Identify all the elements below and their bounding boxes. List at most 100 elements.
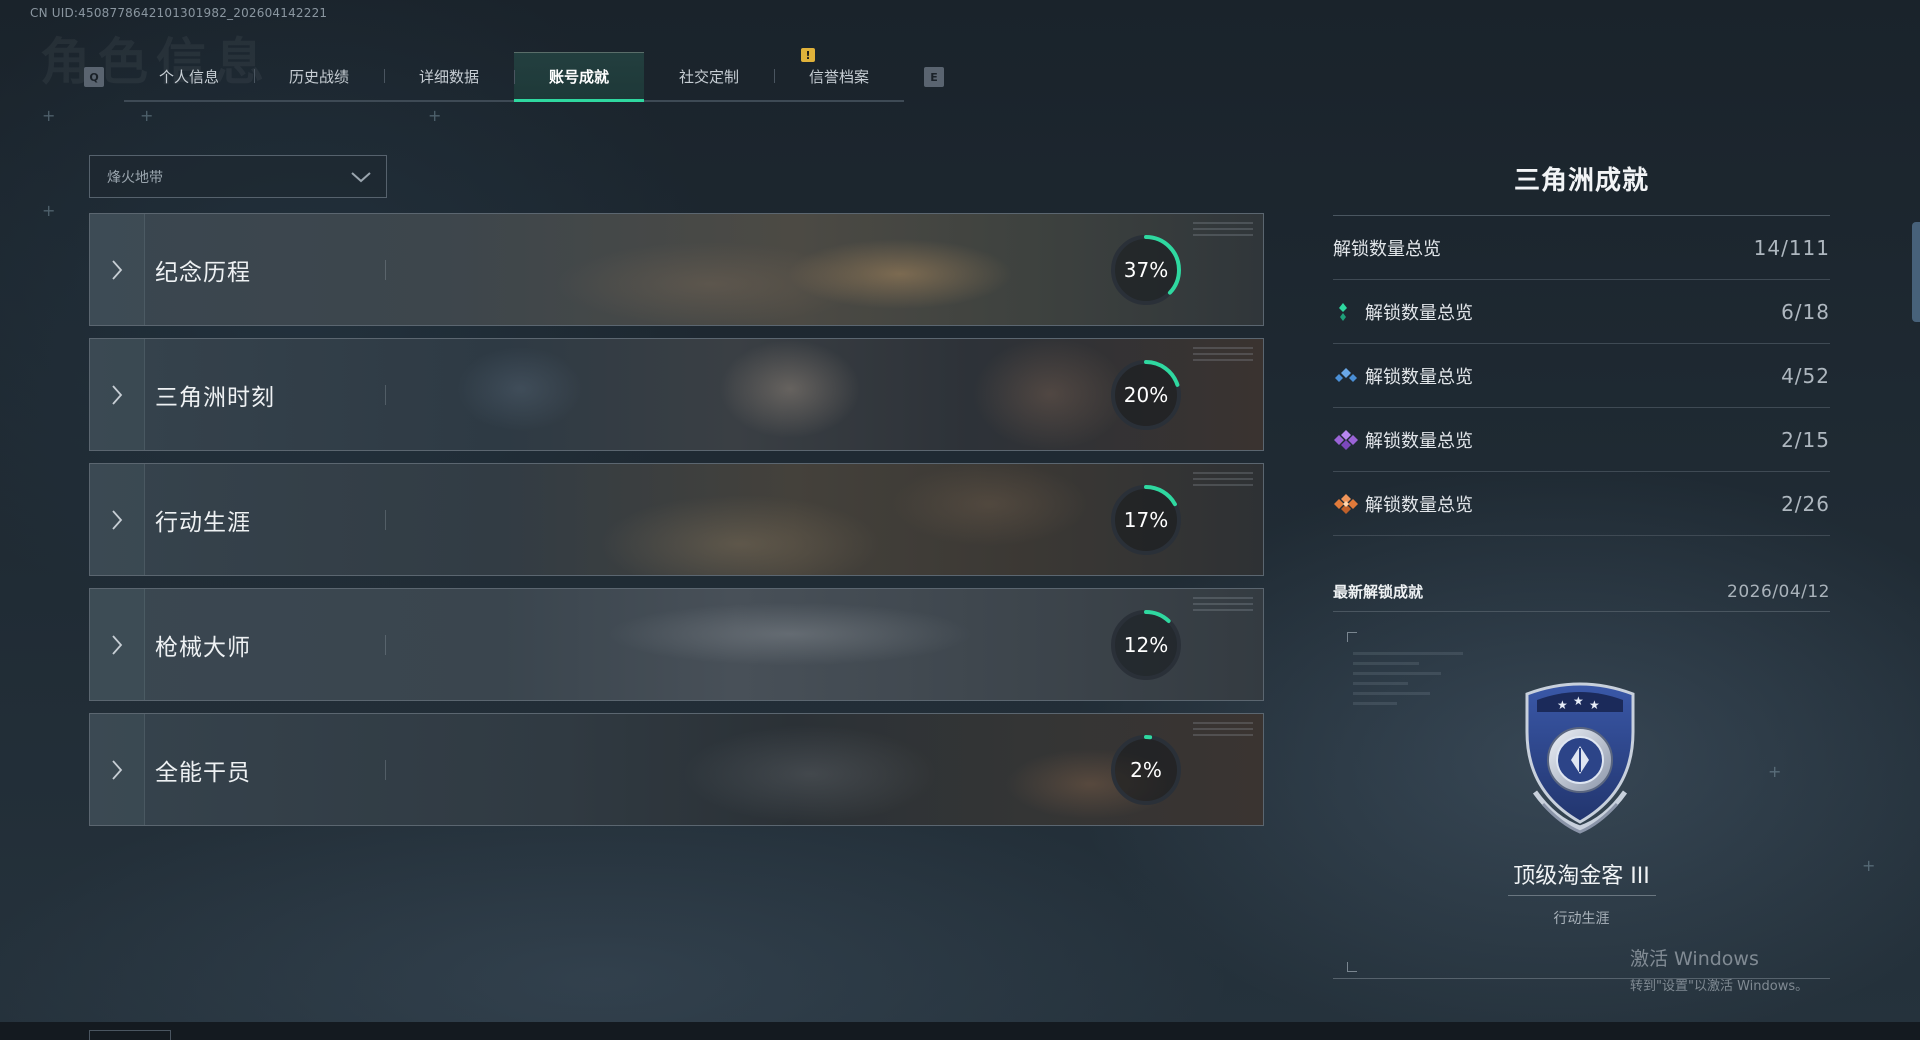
divider [385,760,386,780]
plus-decoration-icon: + [42,106,56,125]
progress-percent: 12% [1123,633,1169,657]
category-card[interactable]: 行动生涯 17% [89,463,1264,576]
stat-value: 2/26 [1781,491,1830,516]
stat-value: 4/52 [1781,363,1830,388]
decoration-lines [1353,652,1463,712]
category-card[interactable]: 枪械大师 12% [89,588,1264,701]
stat-value: 6/18 [1781,299,1830,324]
side-handle[interactable] [1912,222,1920,322]
chevron-down-icon [351,171,371,182]
uid-text: CN UID:4508778642101301982_202604142221 [30,6,328,20]
divider [385,510,386,530]
category-name: 三角洲时刻 [155,384,275,411]
mode-select-value: 烽火地带 [107,169,163,186]
decoration-lines [1193,222,1253,240]
progress-percent: 37% [1123,258,1169,282]
tab-match-history[interactable]: 历史战绩 [254,52,384,100]
latest-unlock-label: 最新解锁成就 [1333,583,1424,601]
divider [385,385,386,405]
category-card[interactable]: 纪念历程 37% [89,213,1264,326]
total-unlock-row: 解锁数量总览 14/111 [1333,216,1830,280]
stat-label: 解锁数量总览 [1365,494,1473,516]
category-background [90,214,1263,325]
bottom-bar [0,1022,1920,1040]
achievement-name: 顶级淘金客 III [1513,864,1650,889]
category-name: 行动生涯 [155,509,251,536]
panel-title: 三角洲成就 [1333,160,1830,216]
progress-ring: 20% [1109,358,1183,432]
stat-value: 14/111 [1753,235,1830,260]
progress-ring: 2% [1109,733,1183,807]
prev-tab-key-icon[interactable]: Q [84,67,104,87]
expand-toggle[interactable] [90,589,145,700]
chevron-right-icon [112,259,123,280]
progress-percent: 2% [1130,758,1162,782]
tab-account-achievements[interactable]: 账号成就 [514,52,644,102]
tier-unlock-row: 解锁数量总览 4/52 [1333,344,1830,408]
progress-ring: 12% [1109,608,1183,682]
tab-personal-info[interactable]: 个人信息 [124,52,254,100]
latest-unlock-header: 最新解锁成就 2026/04/12 [1333,572,1830,612]
windows-activation-watermark: 激活 Windows 转到"设置"以激活 Windows。 [1630,944,1808,994]
tab-label: 历史战绩 [288,67,349,86]
tab-label: 详细数据 [418,67,479,86]
plus-decoration-icon: + [428,106,442,125]
plus-decoration-icon: + [42,201,56,220]
tab-label: 账号成就 [548,68,609,86]
stat-label: 解锁数量总览 [1365,430,1473,452]
corner-bracket [1347,632,1357,642]
bottom-tab[interactable] [89,1030,171,1040]
expand-toggle[interactable] [90,339,145,450]
chevron-right-icon [112,759,123,780]
achievement-summary-panel: 三角洲成就 解锁数量总览 14/111 解锁数量总览 6/18 解锁数量总览 4… [1333,160,1830,982]
progress-ring: 17% [1109,483,1183,557]
category-background [90,714,1263,825]
svg-text:★: ★ [1573,694,1584,708]
svg-text:★: ★ [1589,698,1600,712]
category-card[interactable]: 三角洲时刻 20% [89,338,1264,451]
category-card[interactable]: 全能干员 2% [89,713,1264,826]
decoration-lines [1193,597,1253,615]
progress-percent: 20% [1123,383,1169,407]
achievement-category: 行动生涯 [1553,911,1610,927]
plus-decoration-icon: + [1862,856,1876,875]
corner-bracket [1347,962,1357,972]
tier-unlock-row: 解锁数量总览 6/18 [1333,280,1830,344]
achievement-badge-icon: ★ ★ ★ [1515,672,1645,842]
progress-ring: 37% [1109,233,1183,307]
tab-social-customization[interactable]: 社交定制 [644,52,774,100]
tab-list: 个人信息 历史战绩 详细数据 账号成就 社交定制 信誉档案 ! [124,48,904,102]
decoration-lines [1193,722,1253,740]
tier-unlock-row: 解锁数量总览 2/26 [1333,472,1830,536]
category-background [90,464,1263,575]
stat-label: 解锁数量总览 [1333,238,1441,260]
next-tab-key-icon[interactable]: E [924,67,944,87]
category-background [90,589,1263,700]
watermark-subtitle: 转到"设置"以激活 Windows。 [1630,979,1809,994]
tab-reputation-record[interactable]: 信誉档案 [774,52,904,100]
svg-text:★: ★ [1557,698,1568,712]
category-name: 纪念历程 [155,259,251,286]
expand-toggle[interactable] [90,464,145,575]
category-name: 枪械大师 [155,634,251,661]
chevron-right-icon [112,384,123,405]
tab-label: 个人信息 [158,67,219,86]
tab-detailed-data[interactable]: 详细数据 [384,52,514,100]
divider [385,260,386,280]
chevron-right-icon [112,634,123,655]
divider [1508,895,1656,896]
progress-percent: 17% [1123,508,1169,532]
category-name: 全能干员 [155,759,251,786]
plus-decoration-icon: + [140,106,154,125]
latest-unlock-date: 2026/04/12 [1727,581,1830,602]
expand-toggle[interactable] [90,714,145,825]
divider [385,635,386,655]
stat-value: 2/15 [1781,427,1830,452]
stat-label: 解锁数量总览 [1365,366,1473,388]
mode-select[interactable]: 烽火地带 [89,155,387,198]
latest-achievement-showcase[interactable]: ★ ★ ★ 顶级淘金客 III 行动生涯 [1333,612,1830,982]
expand-toggle[interactable] [90,214,145,325]
orange-gem-icon [1333,493,1359,514]
green-gem-icon [1333,302,1359,322]
top-navigation: Q 个人信息 历史战绩 详细数据 账号成就 社交定制 信誉档案 ! E [84,48,944,102]
